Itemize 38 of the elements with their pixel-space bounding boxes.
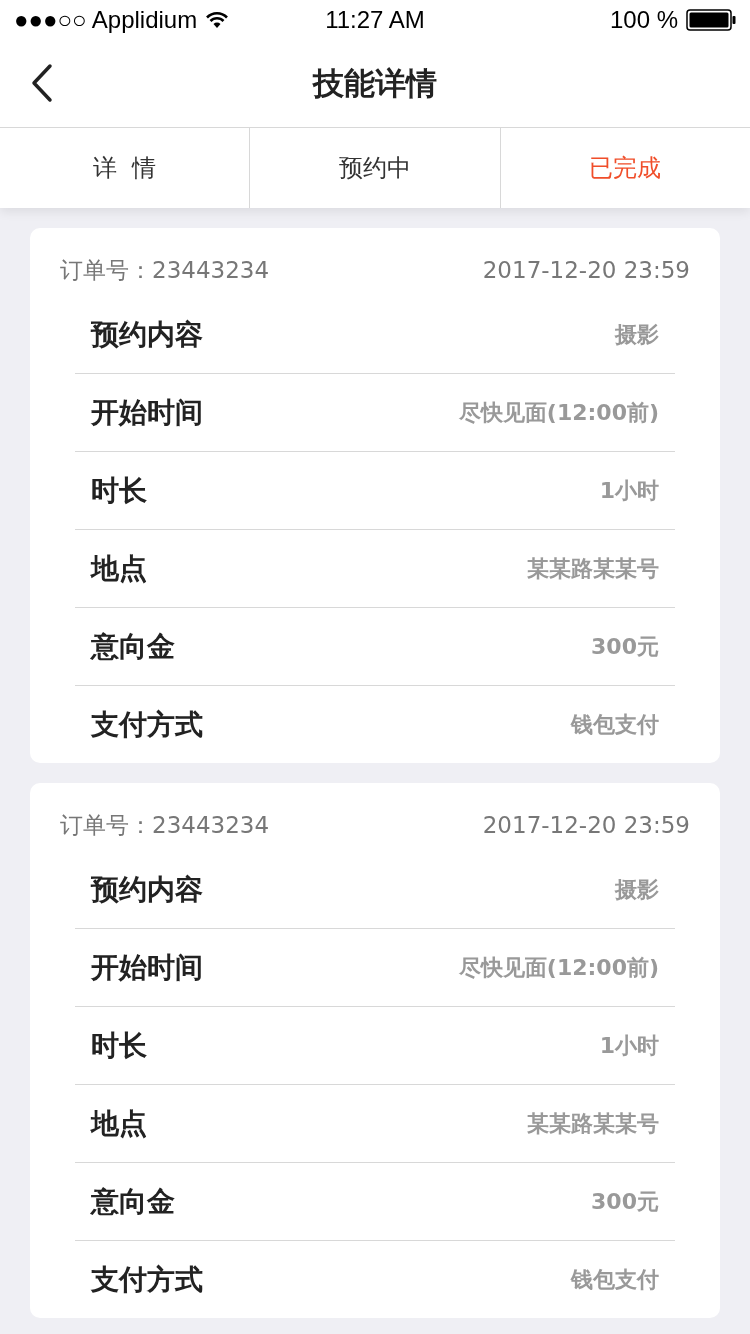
field-label: 开始时间 <box>91 394 203 431</box>
field-label: 支付方式 <box>91 706 203 743</box>
battery-text: 100 % <box>609 6 678 34</box>
order-datetime: 2017-12-20 23:59 <box>482 256 690 285</box>
order-number: 订单号：23443234 <box>60 256 270 285</box>
battery-icon <box>686 9 736 31</box>
field-value: 钱包支付 <box>571 710 659 739</box>
field-label: 意向金 <box>91 1183 175 1220</box>
clock-text: 11:27 AM <box>324 6 426 34</box>
field-value: 某某路某某号 <box>527 1109 659 1138</box>
page-title: 技能详情 <box>313 63 437 103</box>
field-value: 摄影 <box>615 320 659 349</box>
field-label: 预约内容 <box>91 316 203 353</box>
field-label: 预约内容 <box>91 871 203 908</box>
field-value: 300元 <box>591 632 659 661</box>
tab[interactable]: 已完成 <box>500 128 750 208</box>
field-label: 支付方式 <box>91 1261 203 1298</box>
field-value: 1小时 <box>599 1031 659 1060</box>
field-label: 时长 <box>91 1027 147 1064</box>
field-value: 1小时 <box>599 476 659 505</box>
carrier-text: ●●●○○ Applidium <box>14 6 198 34</box>
field-value: 尽快见面(12:00前) <box>458 953 659 982</box>
order-datetime: 2017-12-20 23:59 <box>482 811 690 840</box>
tab[interactable]: 详 情 <box>0 128 251 208</box>
field-value: 钱包支付 <box>571 1265 659 1294</box>
field-label: 意向金 <box>91 628 175 665</box>
wifi-icon <box>205 11 230 29</box>
order-number: 订单号：23443234 <box>60 811 270 840</box>
field-value: 摄影 <box>615 875 659 904</box>
field-label: 地点 <box>91 550 147 587</box>
field-label: 开始时间 <box>91 949 203 986</box>
tab[interactable]: 预约中 <box>250 128 501 208</box>
field-label: 地点 <box>91 1105 147 1142</box>
field-value: 尽快见面(12:00前) <box>458 398 659 427</box>
field-label: 时长 <box>91 472 147 509</box>
back-icon[interactable] <box>30 63 54 103</box>
field-value: 300元 <box>591 1187 659 1216</box>
field-value: 某某路某某号 <box>527 554 659 583</box>
